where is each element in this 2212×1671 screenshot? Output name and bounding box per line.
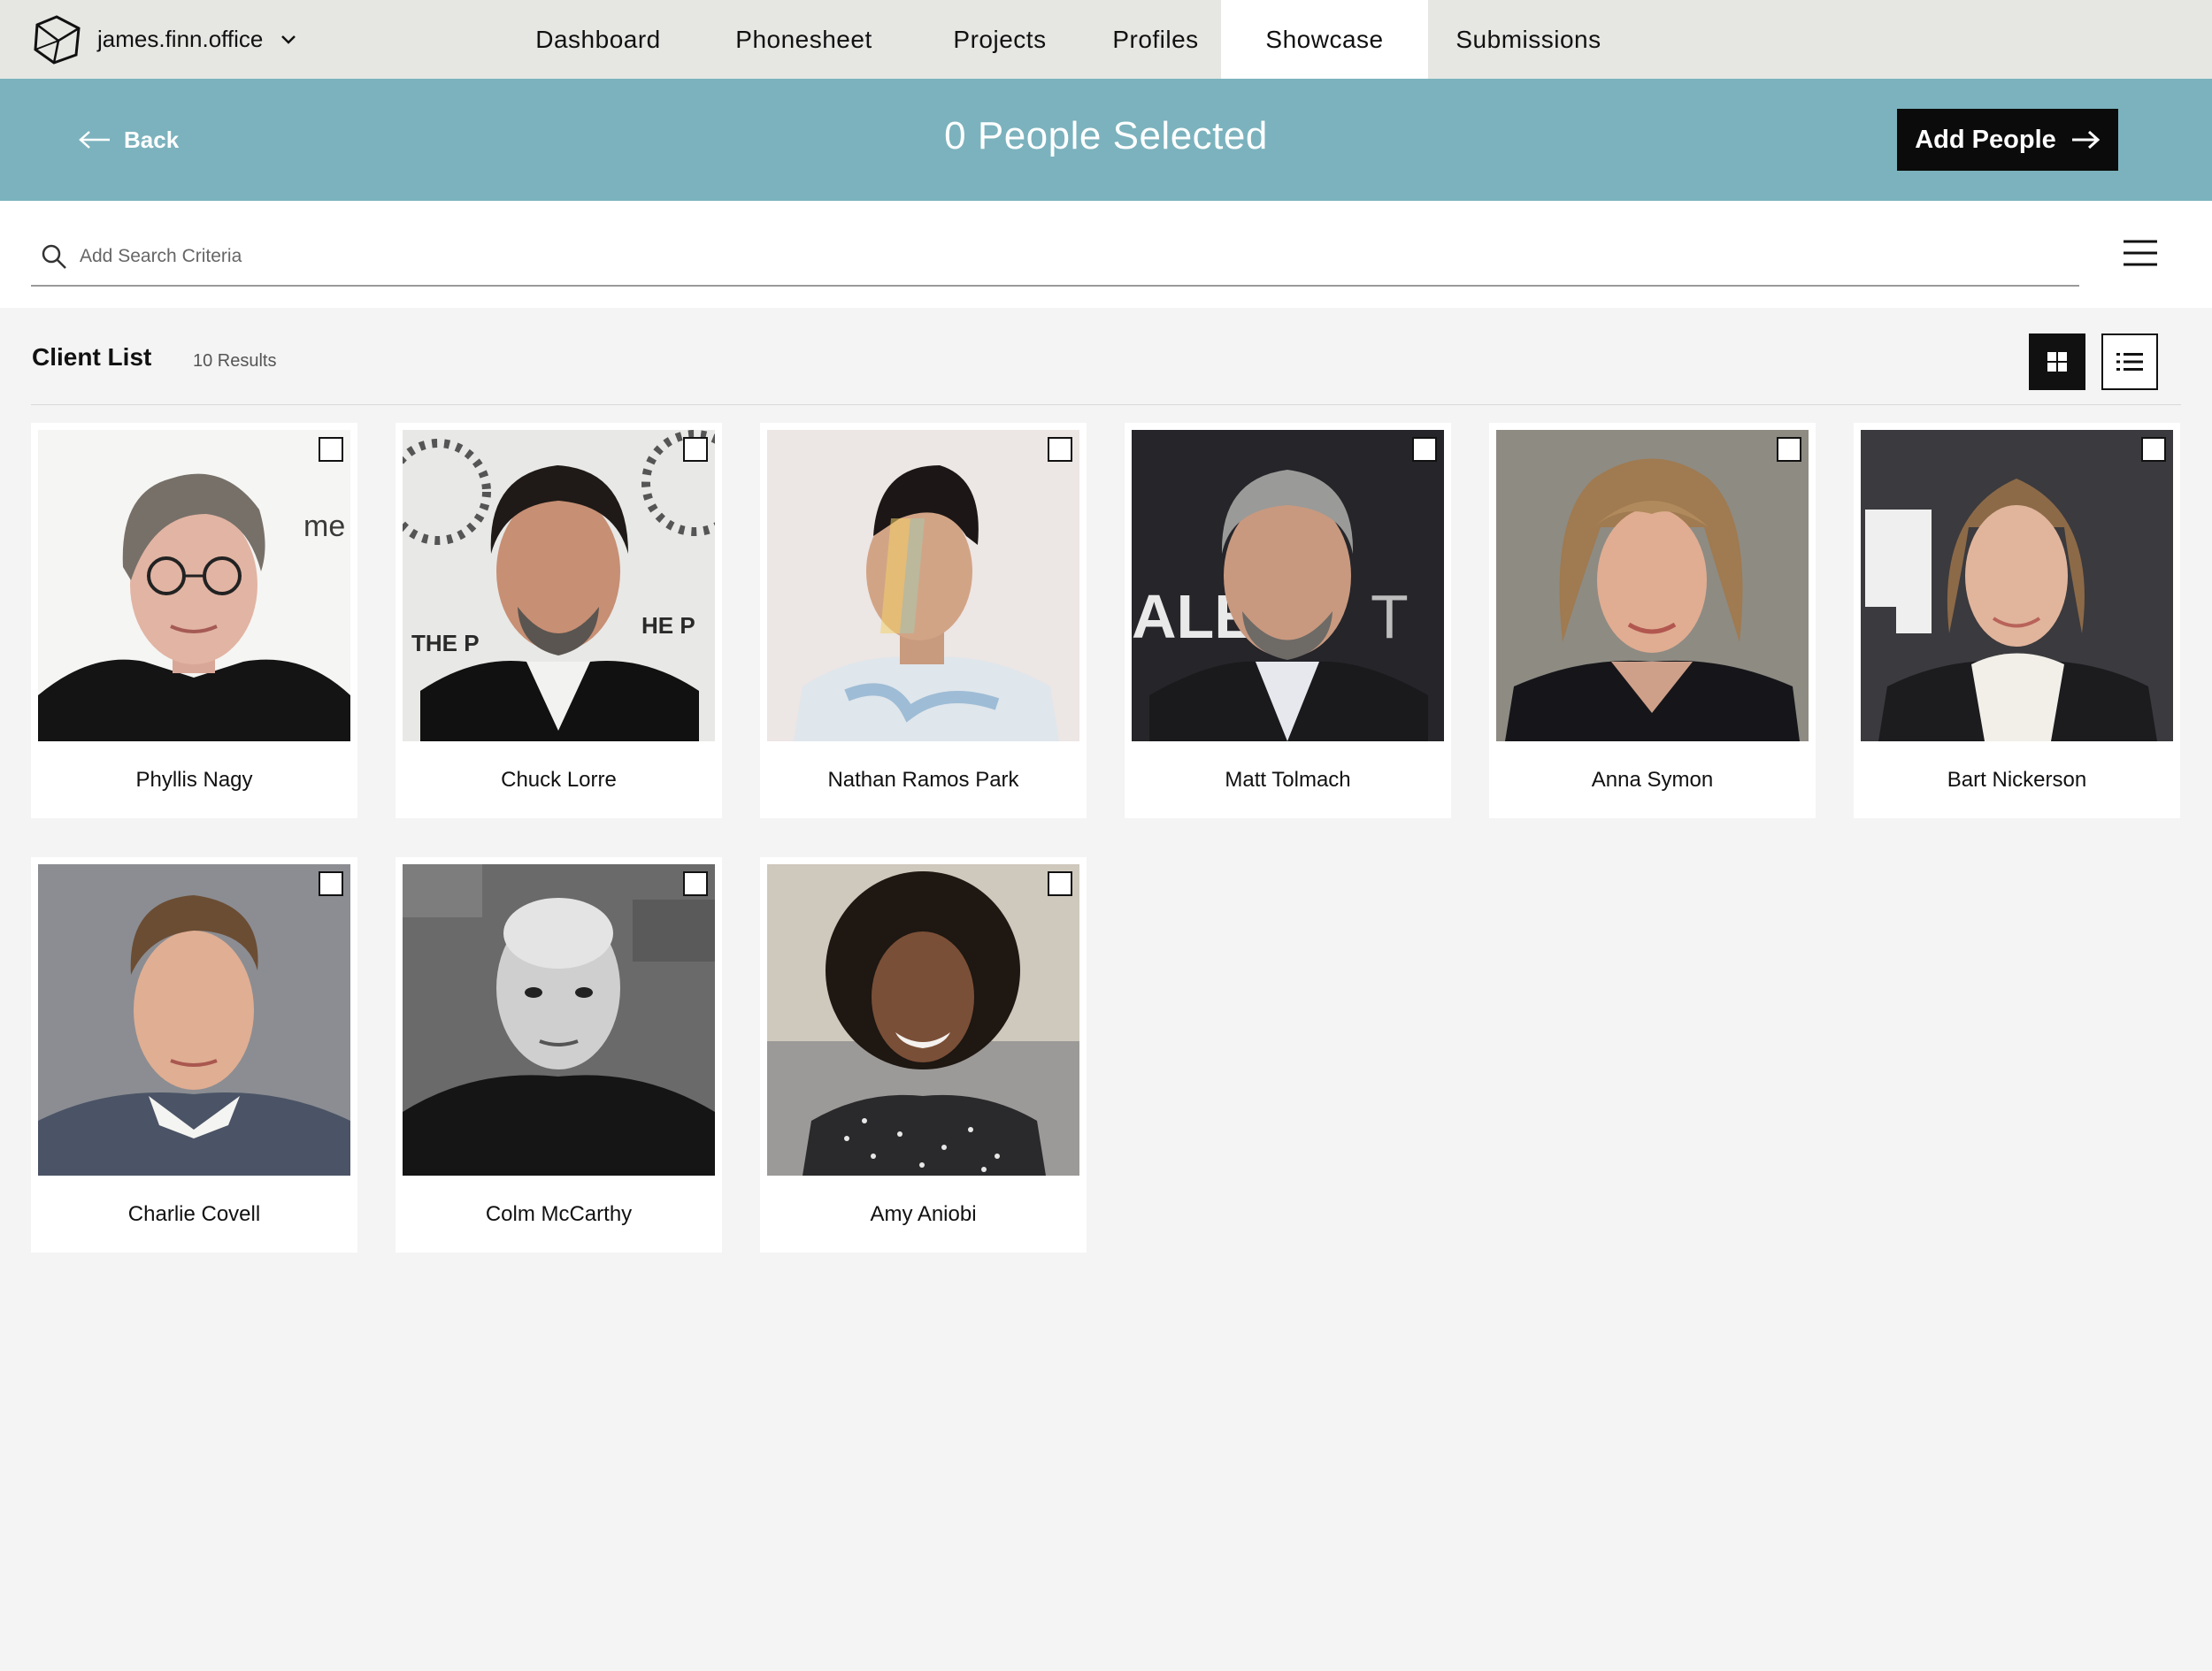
results-count: 10 Results (193, 351, 277, 371)
back-label: Back (124, 126, 180, 153)
arrow-left-icon (79, 131, 110, 149)
hamburger-menu-icon[interactable] (2124, 239, 2157, 267)
select-checkbox[interactable] (319, 437, 343, 462)
grid-view-button[interactable] (2029, 333, 2085, 390)
client-name: Anna Symon (1591, 767, 1714, 792)
client-name: Amy Aniobi (870, 1201, 977, 1226)
client-card[interactable]: Bart Nickerson (1854, 423, 2180, 818)
headshot-photo (1496, 430, 1809, 741)
tab-dashboard[interactable]: Dashboard (513, 0, 683, 79)
list-divider (31, 404, 2181, 405)
client-card[interactable]: me Phyllis Nagy (31, 423, 357, 818)
client-name: Charlie Covell (127, 1201, 261, 1226)
client-card[interactable]: Colm McCarthy (396, 857, 722, 1253)
svg-text:me: me (303, 510, 345, 543)
select-checkbox[interactable] (1048, 871, 1072, 896)
client-card[interactable]: Anna Symon (1489, 423, 1816, 818)
list-icon (2116, 353, 2143, 371)
search-underline (31, 285, 2079, 287)
client-card[interactable]: Nathan Ramos Park (760, 423, 1087, 818)
add-people-button[interactable]: Add People (1897, 109, 2118, 171)
svg-text:THE P: THE P (411, 630, 480, 656)
select-checkbox[interactable] (683, 871, 708, 896)
grid-icon (2047, 352, 2067, 372)
tab-profiles[interactable]: Profiles (1097, 0, 1214, 79)
tab-phonesheet[interactable]: Phonesheet (708, 0, 900, 79)
list-title: Client List (32, 343, 152, 371)
logo-icon[interactable] (32, 14, 81, 65)
svg-text:HE P: HE P (641, 612, 695, 639)
client-card[interactable]: THE P HE P Chuck Lorre (396, 423, 722, 818)
search-bar (0, 201, 2212, 308)
selection-count-title: 0 People Selected (944, 114, 1268, 157)
arrow-right-icon (2071, 130, 2100, 149)
select-checkbox[interactable] (683, 437, 708, 462)
client-card[interactable]: Amy Aniobi (760, 857, 1087, 1253)
headshot-photo (767, 430, 1079, 741)
selection-banner: 0 People Selected Back Add People (0, 79, 2212, 201)
tab-showcase[interactable]: Showcase (1221, 0, 1428, 79)
tab-projects[interactable]: Projects (929, 0, 1071, 79)
select-checkbox[interactable] (1777, 437, 1801, 462)
select-checkbox[interactable] (319, 871, 343, 896)
headshot-photo (767, 864, 1079, 1176)
svg-text:T: T (1371, 582, 1409, 651)
list-view-button[interactable] (2101, 333, 2158, 390)
headshot-photo: THE P HE P (403, 430, 715, 741)
client-name: Matt Tolmach (1225, 767, 1351, 792)
headshot-photo: me (38, 430, 350, 741)
back-button[interactable]: Back (78, 79, 179, 201)
select-checkbox[interactable] (1412, 437, 1437, 462)
headshot-photo (1861, 430, 2173, 741)
top-navigation: james.finn.office Dashboard Phonesheet P… (0, 0, 2212, 79)
client-name: Chuck Lorre (501, 767, 617, 792)
client-card[interactable]: Charlie Covell (31, 857, 357, 1253)
client-name: Phyllis Nagy (135, 767, 253, 792)
client-name: Bart Nickerson (1947, 767, 2087, 792)
client-name: Nathan Ramos Park (827, 767, 1019, 792)
search-input[interactable] (80, 236, 1141, 277)
search-icon (42, 244, 66, 269)
select-checkbox[interactable] (1048, 437, 1072, 462)
chevron-down-icon (281, 34, 296, 44)
add-people-label: Add People (1915, 125, 2056, 154)
headshot-photo: ALE T (1132, 430, 1444, 741)
headshot-photo (403, 864, 715, 1176)
client-name: Colm McCarthy (485, 1201, 633, 1226)
tab-submissions[interactable]: Submissions (1442, 0, 1615, 79)
account-name: james.finn.office (97, 26, 264, 52)
account-switcher[interactable]: james.finn.office (97, 0, 300, 79)
client-card[interactable]: ALE T Matt Tolmach (1125, 423, 1451, 818)
select-checkbox[interactable] (2141, 437, 2166, 462)
headshot-photo (38, 864, 350, 1176)
